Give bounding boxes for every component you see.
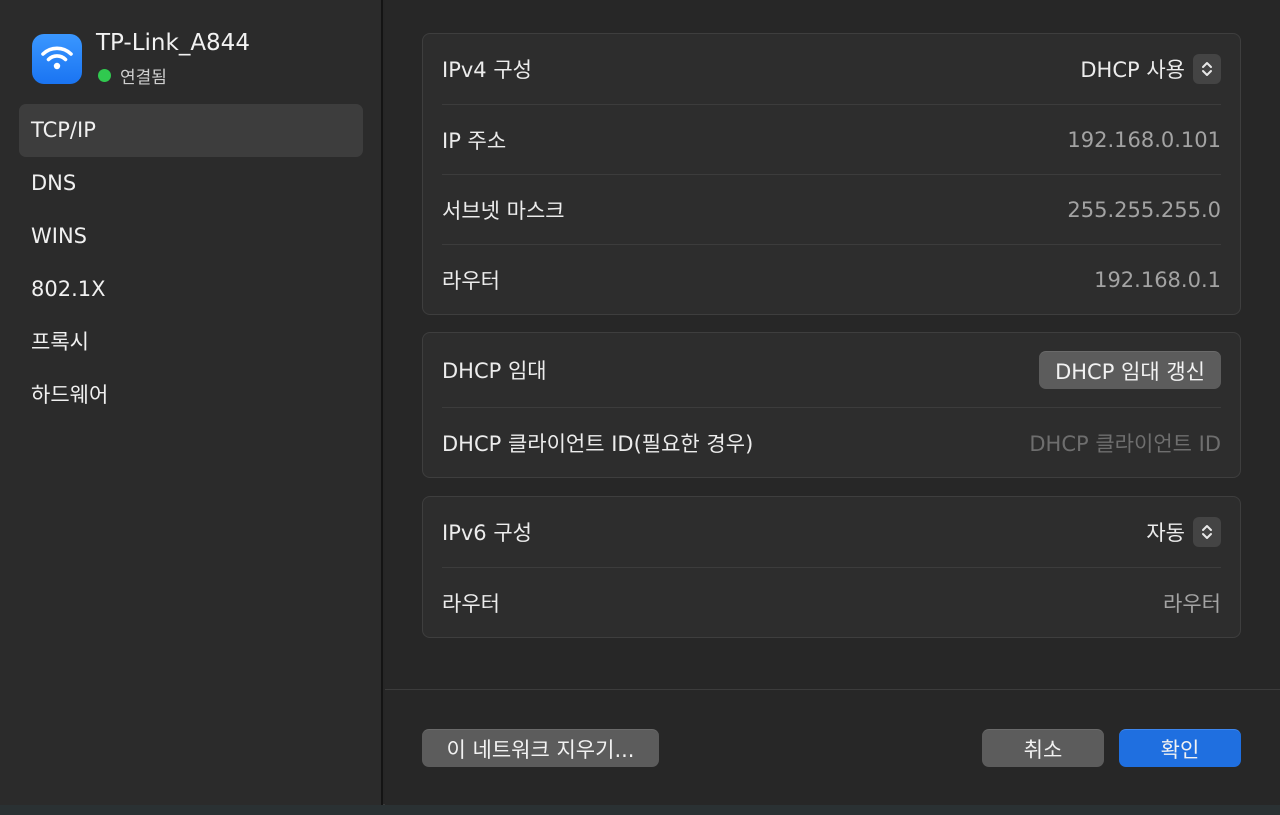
network-status: 연결됨 (96, 63, 167, 88)
dhcp-lease-row: DHCP 임대 DHCP 임대 갱신 (442, 333, 1221, 407)
ipv6-config-popup[interactable]: 자동 (1146, 517, 1221, 547)
sidebar-item-proxy[interactable]: 프록시 (19, 316, 363, 369)
sidebar-item-8021x[interactable]: 802.1X (19, 263, 363, 316)
background-window-strip (0, 805, 1280, 815)
network-status-label: 연결됨 (120, 68, 167, 88)
ipv6-router-label: 라우터 (442, 591, 500, 616)
sidebar-list: TCP/IP DNS WINS 802.1X 프록시 하드웨어 (19, 104, 363, 422)
dhcp-client-id-label: DHCP 클라이언트 ID(필요한 경우) (442, 431, 754, 456)
ipv4-config-label: IPv4 구성 (442, 58, 532, 82)
router-value: 192.168.0.1 (1094, 267, 1221, 292)
ipv6-router-value: 라우터 (1163, 591, 1221, 616)
ipv4-config-row: IPv4 구성 DHCP 사용 (442, 34, 1221, 104)
up-down-chevron-icon (1193, 517, 1221, 547)
sidebar-item-tcpip[interactable]: TCP/IP (19, 104, 363, 157)
ipv6-config-row: IPv6 구성 자동 (442, 497, 1221, 567)
wifi-icon (32, 34, 82, 84)
ipv6-config-label: IPv6 구성 (442, 521, 532, 545)
ipv4-group: IPv4 구성 DHCP 사용 IP 주소 192.168.0.101 서브넷 … (422, 33, 1241, 315)
ipv6-group: IPv6 구성 자동 라우터 라우터 (422, 496, 1241, 638)
footer-divider (385, 689, 1280, 690)
router-label: 라우터 (442, 268, 500, 293)
network-header: TP-Link_A844 연결됨 (32, 30, 372, 88)
dhcp-client-id-field[interactable]: DHCP 클라이언트 ID (1029, 428, 1221, 458)
subnet-mask-value: 255.255.255.0 (1067, 197, 1221, 222)
up-down-chevron-icon (1193, 54, 1221, 84)
dhcp-client-id-row: DHCP 클라이언트 ID(필요한 경우) DHCP 클라이언트 ID (442, 407, 1221, 477)
main-panel: IPv4 구성 DHCP 사용 IP 주소 192.168.0.101 서브넷 … (385, 0, 1280, 805)
renew-dhcp-lease-button[interactable]: DHCP 임대 갱신 (1039, 351, 1221, 389)
dhcp-lease-label: DHCP 임대 (442, 359, 547, 383)
router-row: 라우터 192.168.0.1 (442, 244, 1221, 314)
subnet-mask-row: 서브넷 마스크 255.255.255.0 (442, 174, 1221, 244)
connected-status-dot-icon (98, 69, 111, 82)
subnet-mask-label: 서브넷 마스크 (442, 198, 565, 223)
network-name: TP-Link_A844 (96, 30, 250, 56)
ipv6-config-value: 자동 (1146, 521, 1185, 545)
ip-address-value: 192.168.0.101 (1067, 127, 1221, 152)
sidebar: TP-Link_A844 연결됨 TCP/IP DNS WINS 802.1X … (0, 0, 383, 805)
forget-network-button[interactable]: 이 네트워크 지우기... (422, 729, 659, 767)
ip-address-label: IP 주소 (442, 128, 507, 153)
cancel-button[interactable]: 취소 (982, 729, 1104, 767)
sidebar-item-wins[interactable]: WINS (19, 210, 363, 263)
network-settings-window: TP-Link_A844 연결됨 TCP/IP DNS WINS 802.1X … (0, 0, 1280, 805)
sidebar-item-hardware[interactable]: 하드웨어 (19, 369, 363, 422)
ipv6-router-row: 라우터 라우터 (442, 567, 1221, 637)
ip-address-row: IP 주소 192.168.0.101 (442, 104, 1221, 174)
ipv4-config-value: DHCP 사용 (1080, 58, 1185, 82)
ipv4-config-popup[interactable]: DHCP 사용 (1080, 54, 1221, 84)
sidebar-item-dns[interactable]: DNS (19, 157, 363, 210)
ok-button[interactable]: 확인 (1119, 729, 1241, 767)
dhcp-group: DHCP 임대 DHCP 임대 갱신 DHCP 클라이언트 ID(필요한 경우)… (422, 332, 1241, 478)
